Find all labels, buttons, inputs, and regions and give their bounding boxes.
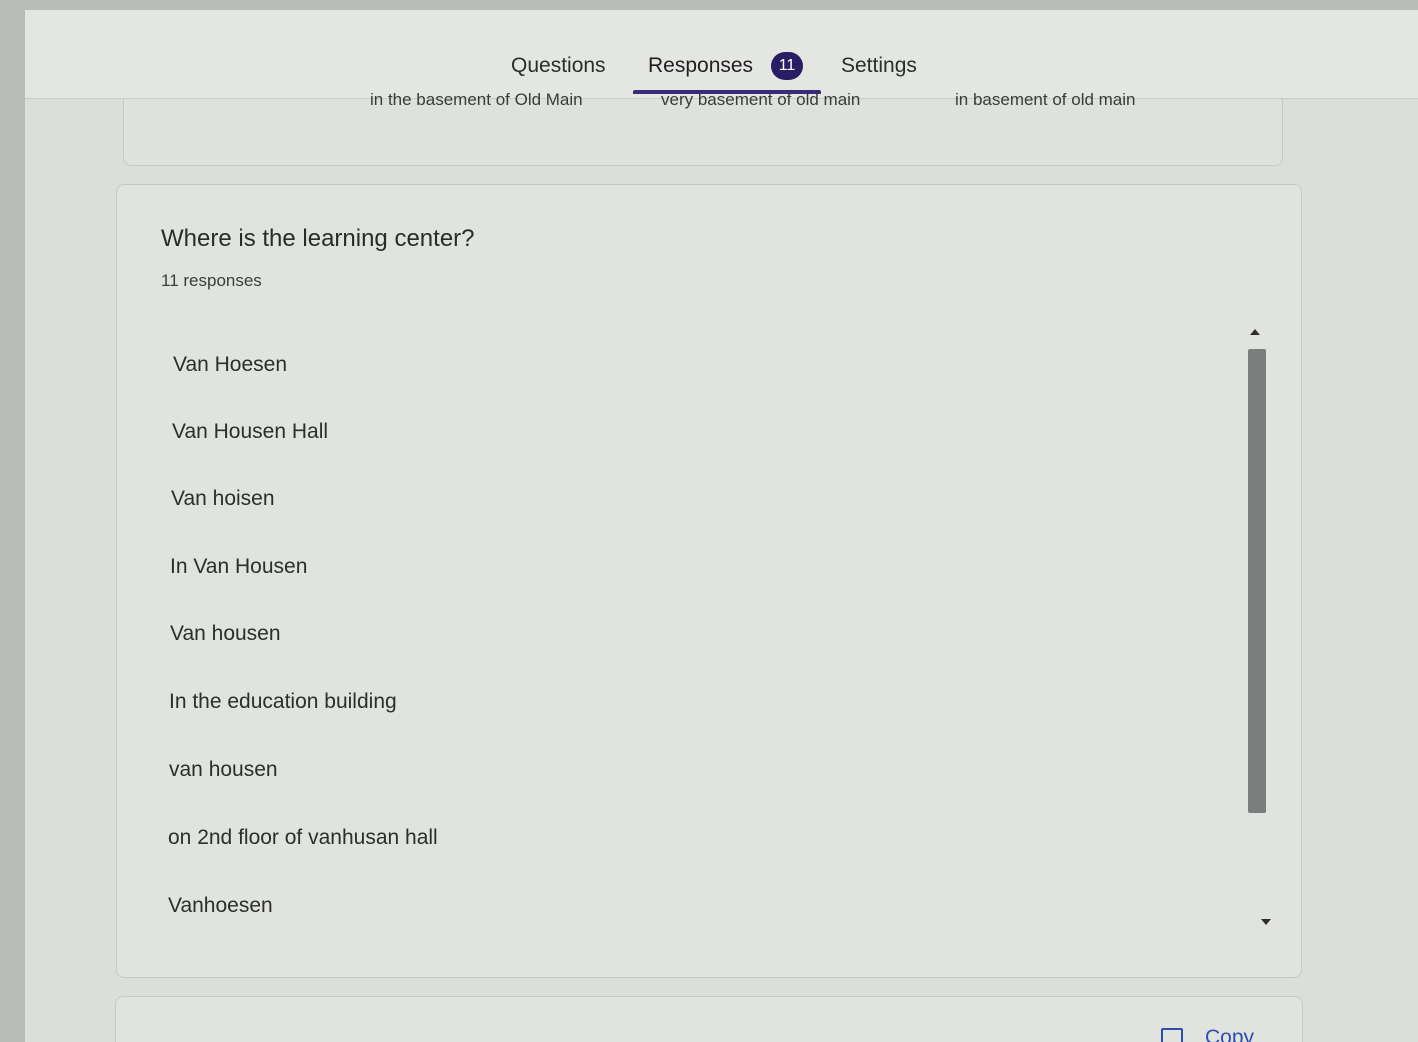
list-item: Van hoisen xyxy=(171,487,275,510)
responses-list[interactable]: Van Hoesen Van Housen Hall Van hoisen In… xyxy=(117,325,1237,945)
tab-questions[interactable]: Questions xyxy=(511,54,606,78)
scroll-up-arrow-icon[interactable] xyxy=(1250,329,1260,335)
previous-answer: very basement of old main xyxy=(661,90,861,109)
response-count: 11 responses xyxy=(161,271,262,290)
scroll-down-arrow-icon[interactable] xyxy=(1261,919,1271,925)
next-question-card xyxy=(115,996,1303,1042)
list-item: on 2nd floor of vanhusan hall xyxy=(168,826,438,849)
list-item: In Van Housen xyxy=(170,555,308,578)
list-item: Van Hoesen xyxy=(173,353,288,376)
tab-settings[interactable]: Settings xyxy=(841,54,917,78)
list-item: In the education building xyxy=(169,690,397,713)
copy-button[interactable]: Copy xyxy=(1205,1026,1254,1042)
tab-bar: Questions Responses 11 Settings xyxy=(25,10,1418,99)
list-item: Van Housen Hall xyxy=(172,420,329,443)
list-item: Van housen xyxy=(170,622,281,645)
copy-icon[interactable] xyxy=(1161,1028,1183,1042)
previous-answer: in basement of old main xyxy=(955,90,1136,109)
screen: in the basement of Old Main very basemen… xyxy=(25,10,1418,1042)
question-card: Where is the learning center? 11 respons… xyxy=(116,184,1302,978)
question-title: Where is the learning center? xyxy=(161,225,475,252)
tab-responses[interactable]: Responses xyxy=(648,54,753,78)
list-item: Vanhoesen xyxy=(168,894,273,917)
scrollbar-thumb[interactable] xyxy=(1248,349,1266,813)
responses-count-badge: 11 xyxy=(771,52,803,80)
previous-answer: in the basement of Old Main xyxy=(370,90,583,109)
list-item: van housen xyxy=(169,758,278,781)
